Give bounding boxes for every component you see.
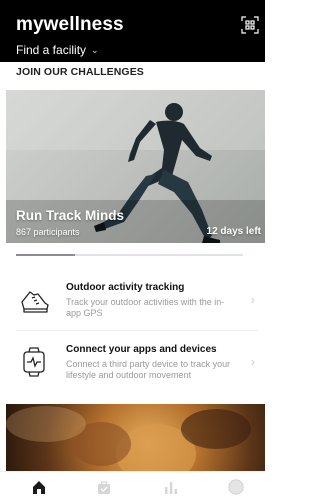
- tab-stats[interactable]: [163, 479, 179, 495]
- workout-bag-icon: [98, 481, 110, 494]
- connect-apps-description: Connect a third party device to track yo…: [66, 359, 231, 380]
- divider: [16, 330, 259, 331]
- section-title: JOIN OUR CHALLENGES: [16, 66, 144, 78]
- outdoor-tracking-description: Track your outdoor activities with the i…: [66, 297, 225, 318]
- tab-profile[interactable]: [228, 479, 244, 495]
- app-title: mywellness: [16, 14, 124, 35]
- chevron-right-icon: ›: [250, 354, 255, 369]
- profile-icon: [228, 479, 244, 495]
- connect-apps-item[interactable]: Connect your apps and devices Connect a …: [16, 340, 259, 392]
- carousel-indicator-fill: [16, 254, 76, 256]
- find-facility-dropdown[interactable]: Find a facility ⌄: [16, 43, 99, 57]
- challenge-card[interactable]: Run Track Minds 867 participants 12 days…: [6, 90, 265, 243]
- connect-apps-title: Connect your apps and devices: [66, 344, 217, 355]
- promo-image-card[interactable]: [6, 404, 265, 471]
- outdoor-tracking-title: Outdoor activity tracking: [66, 282, 185, 293]
- challenge-participants: 867 participants: [16, 227, 80, 237]
- stats-icon: [165, 482, 178, 494]
- chevron-down-icon: ⌄: [91, 45, 99, 55]
- app-header: mywellness Find a facility ⌄: [0, 0, 265, 62]
- running-shoe-icon: [21, 291, 49, 313]
- chevron-right-icon: ›: [250, 292, 255, 307]
- outdoor-tracking-item[interactable]: Outdoor activity tracking Track your out…: [16, 278, 259, 330]
- athlete-image: [6, 406, 251, 471]
- connected-devices-icon: [23, 347, 45, 377]
- qr-scan-icon[interactable]: [241, 16, 259, 34]
- challenge-days-left: 12 days left: [206, 226, 261, 237]
- challenge-title: Run Track Minds: [16, 208, 125, 223]
- home-icon: [33, 481, 45, 494]
- carousel-indicator: [16, 254, 243, 256]
- tab-workout[interactable]: [96, 479, 112, 495]
- find-facility-label: Find a facility: [16, 43, 87, 57]
- tab-home[interactable]: [31, 479, 47, 495]
- bottom-tab-bar: [0, 471, 265, 498]
